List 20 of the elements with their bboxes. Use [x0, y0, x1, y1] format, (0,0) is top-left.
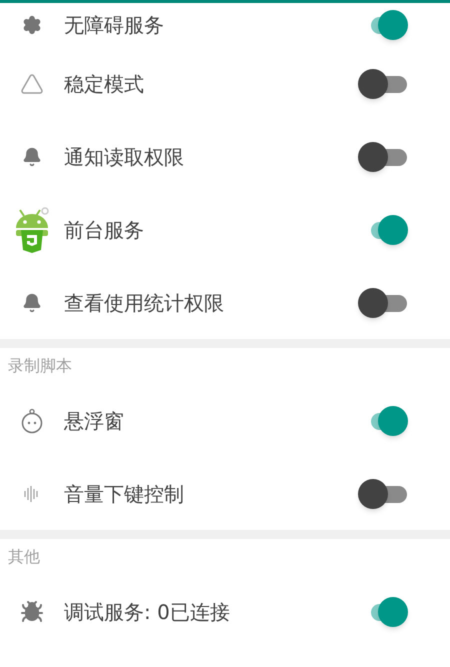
bell-icon	[22, 292, 42, 312]
setting-label: 查看使用统计权限	[64, 290, 225, 316]
setting-label: 调试服务: 0已连接	[64, 598, 231, 626]
setting-label: 无障碍服务	[64, 12, 165, 39]
toggle-switch[interactable]	[358, 142, 408, 172]
section-header: 其他	[8, 546, 40, 568]
setting-label: 前台服务	[64, 216, 145, 244]
toggle-switch[interactable]	[358, 478, 408, 508]
setting-label: 稳定模式	[64, 70, 145, 98]
setting-label: 音量下键控制	[64, 480, 185, 508]
triangle-icon	[20, 72, 44, 96]
toggle-switch[interactable]	[358, 288, 408, 318]
setting-label: 通知读取权限	[64, 144, 185, 170]
section-header: 录制脚本	[8, 355, 72, 377]
face-icon	[20, 408, 44, 434]
bug-icon	[20, 600, 44, 624]
bell-icon	[22, 146, 42, 166]
toggle-switch[interactable]	[358, 68, 408, 98]
setting-label: 悬浮窗	[64, 408, 125, 434]
waveform-icon	[24, 484, 40, 504]
